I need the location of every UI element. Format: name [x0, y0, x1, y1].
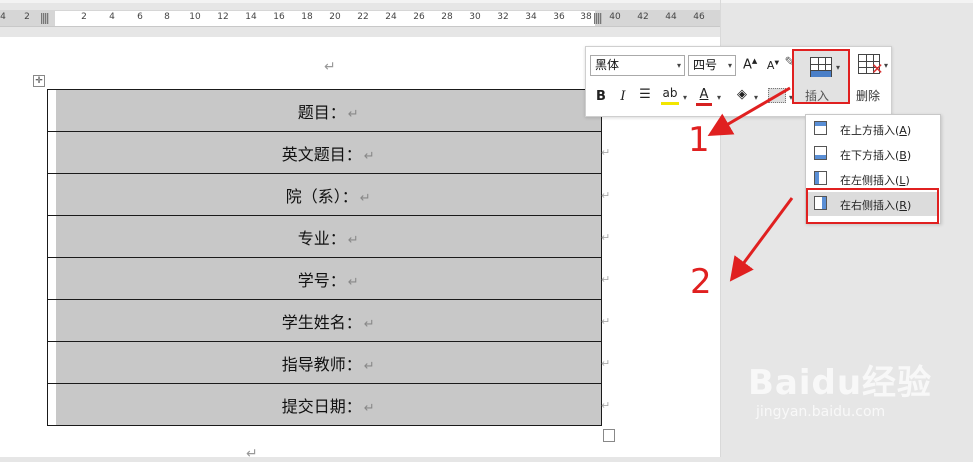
step-number-1: 1: [688, 120, 710, 160]
baidu-watermark: Baidu经验 jingyan.baidu.com: [748, 355, 932, 420]
step-number-2: 2: [690, 262, 712, 302]
watermark-url: jingyan.baidu.com: [756, 404, 886, 420]
arrow-step-1: [707, 86, 791, 137]
watermark-logo: Baidu经验: [748, 363, 933, 403]
arrow-step-2: [729, 197, 794, 282]
